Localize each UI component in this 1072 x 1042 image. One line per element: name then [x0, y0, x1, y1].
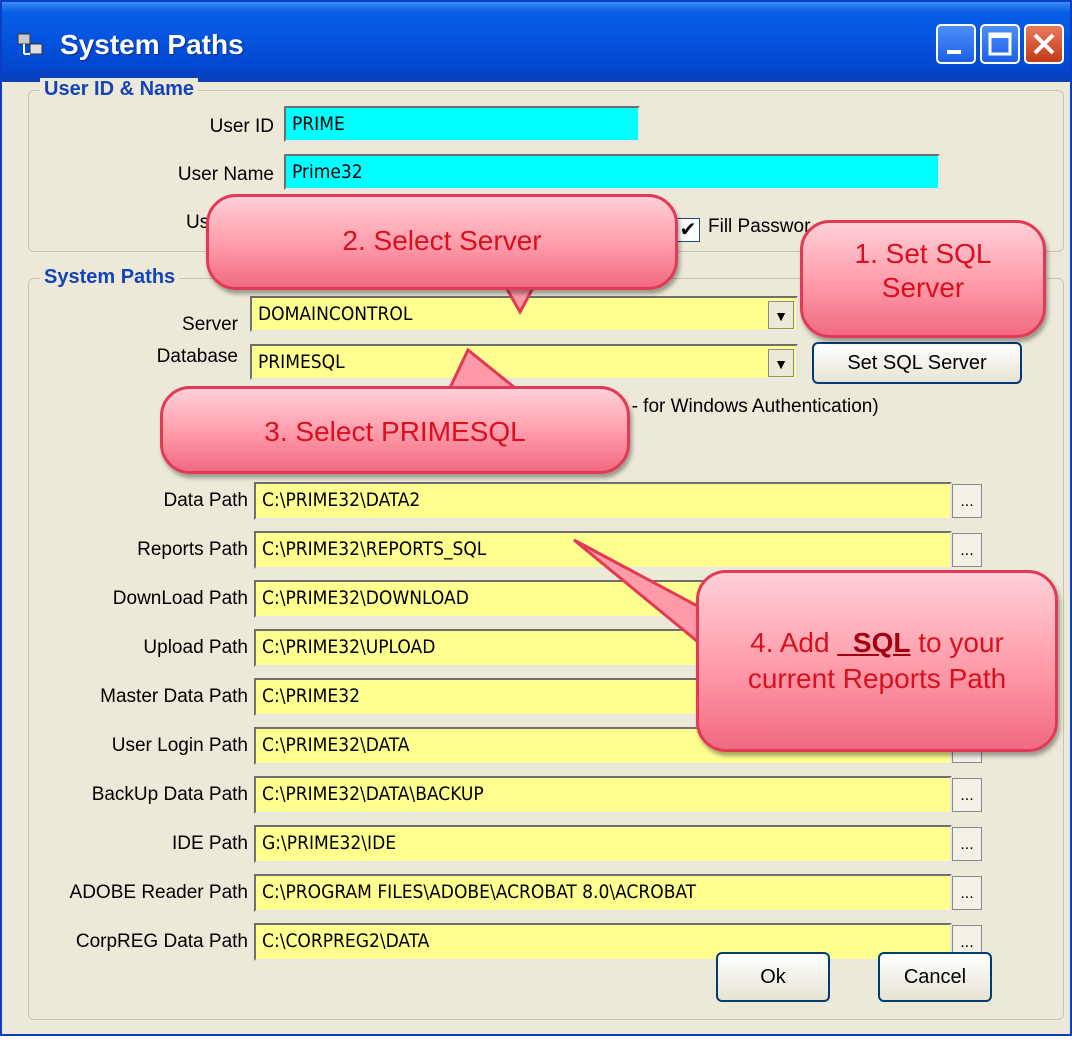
callout-tails	[445, 236, 1039, 664]
callout-3-text: 3. Select PRIMESQL	[264, 416, 526, 447]
callout-4-prefix: 4. Add	[750, 627, 838, 658]
callout-1-line2: Server	[881, 272, 965, 303]
callout-1-line1: 1. Set SQL	[854, 238, 992, 269]
callout-set-sql-server: 1. Set SQL Server	[800, 220, 1046, 338]
callout-select-primesql: 3. Select PRIMESQL	[160, 386, 630, 474]
callout-select-server: 2. Select Server	[206, 194, 678, 290]
callout-4-line1: 4. Add _SQL to your	[699, 625, 1055, 661]
callout-add-sql: 4. Add _SQL to your current Reports Path	[696, 570, 1058, 752]
callout-4-bold: _SQL	[837, 627, 911, 658]
callout-4-suffix: to your	[910, 627, 1004, 658]
callout-2-text: 2. Select Server	[342, 225, 542, 256]
callout-4-line2: current Reports Path	[747, 663, 1007, 694]
